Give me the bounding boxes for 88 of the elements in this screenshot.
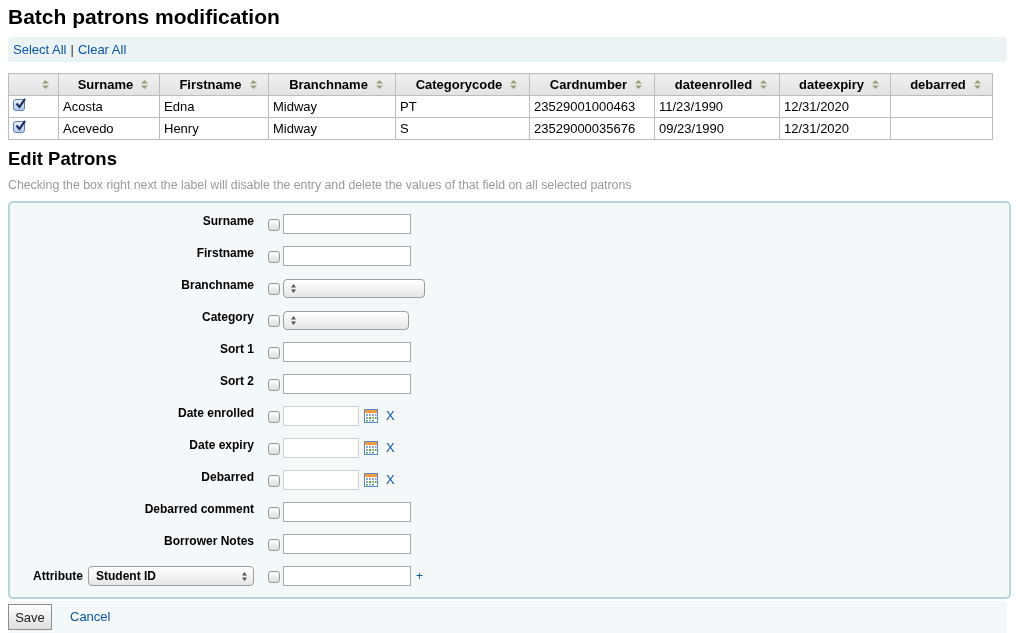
checkbox[interactable] xyxy=(268,251,280,263)
clear-link[interactable]: X xyxy=(386,440,395,456)
hint-text: Checking the box right next the label will disable the entry and delete the values of that field on all selected patrons xyxy=(8,179,633,192)
clear-all-link[interactable]: Clear All xyxy=(77,42,127,57)
separator-text: | xyxy=(70,42,74,57)
column-header[interactable]: dateenrolled xyxy=(654,73,780,96)
text-field[interactable] xyxy=(283,534,411,554)
sort-arrows-icon xyxy=(510,80,518,89)
column-header[interactable]: Categorycode xyxy=(395,73,530,96)
table-cell: Midway xyxy=(268,117,396,140)
field-label: Branchname xyxy=(181,278,254,292)
sort-arrows-icon xyxy=(249,80,257,89)
table-cell: 23529000035676 xyxy=(529,117,655,140)
sort-arrows-icon xyxy=(872,80,879,89)
add-link[interactable]: + xyxy=(416,569,423,583)
text-field[interactable] xyxy=(283,246,411,266)
checkbox[interactable] xyxy=(268,411,280,423)
text-field[interactable] xyxy=(283,374,411,394)
checkbox[interactable] xyxy=(268,571,280,583)
checkbox[interactable] xyxy=(268,507,280,519)
column-header[interactable]: Firstname xyxy=(159,73,269,96)
sort-arrows-icon xyxy=(375,80,383,89)
checkbox[interactable] xyxy=(268,347,280,359)
checkbox[interactable] xyxy=(268,539,280,551)
updown-caret-icon xyxy=(242,571,247,581)
column-header[interactable]: dateexpiry xyxy=(779,73,891,96)
field-label: Firstname xyxy=(196,246,254,260)
clear-link[interactable]: X xyxy=(386,472,395,488)
field-label: Surname xyxy=(202,214,254,228)
column-header[interactable]: Surname xyxy=(58,73,160,96)
table-cell: Henry xyxy=(159,117,269,140)
table-cell: PT xyxy=(395,95,530,118)
checkbox[interactable] xyxy=(268,315,280,327)
text-field[interactable] xyxy=(283,502,411,522)
dropdown-field[interactable] xyxy=(283,311,409,330)
table-cell: Acevedo xyxy=(58,117,160,140)
date-field[interactable] xyxy=(283,438,359,458)
table-cell: 23529001000463 xyxy=(529,95,655,118)
field-label: Borrower Notes xyxy=(163,534,254,548)
checkbox[interactable] xyxy=(268,475,280,487)
table-cell: Midway xyxy=(268,95,396,118)
field-label: Sort 2 xyxy=(220,374,254,388)
calendar-icon[interactable] xyxy=(364,473,378,487)
clear-link[interactable]: X xyxy=(386,408,395,424)
cancel-link[interactable]: Cancel xyxy=(70,604,111,630)
column-header[interactable]: Cardnumber xyxy=(529,73,655,96)
sort-arrows-icon xyxy=(760,80,768,89)
dropdown-field[interactable] xyxy=(283,279,425,298)
field-label: Sort 1 xyxy=(220,342,254,356)
date-field[interactable] xyxy=(283,470,359,490)
field-label: Debarred xyxy=(201,470,254,484)
text-field[interactable] xyxy=(283,566,411,586)
checkbox[interactable] xyxy=(268,443,280,455)
field-label: Date expiry xyxy=(189,438,254,452)
text-field[interactable] xyxy=(283,342,411,362)
select-all-link[interactable]: Select All xyxy=(13,42,67,57)
table-cell: 09/23/1990 xyxy=(654,117,780,140)
table-cell: 12/31/2020 xyxy=(779,117,891,140)
checkbox[interactable] xyxy=(13,99,25,111)
checkbox[interactable] xyxy=(268,283,280,295)
sort-arrows-icon xyxy=(141,80,149,89)
section-heading: Edit Patrons xyxy=(8,148,117,169)
text-field[interactable] xyxy=(283,214,411,234)
save-button[interactable]: Save xyxy=(8,604,52,630)
field-label: Date enrolled xyxy=(177,406,254,420)
table-cell: 12/31/2020 xyxy=(779,95,891,118)
table-cell: Edna xyxy=(159,95,269,118)
updown-caret-icon xyxy=(291,316,296,325)
table-cell: 11/23/1990 xyxy=(654,95,780,118)
checkbox[interactable] xyxy=(13,121,25,133)
updown-caret-icon xyxy=(291,284,296,293)
sort-arrows-icon xyxy=(635,80,643,89)
field-label: Debarred comment xyxy=(144,502,254,516)
field-label: Category xyxy=(202,310,254,324)
checkbox[interactable] xyxy=(268,219,280,231)
sort-arrows-icon xyxy=(973,80,981,89)
table-cell: S xyxy=(395,117,530,140)
column-header[interactable]: Branchname xyxy=(268,73,396,96)
table-cell: Acosta xyxy=(58,95,160,118)
dropdown-field[interactable]: Student ID xyxy=(88,566,254,586)
checkbox[interactable] xyxy=(268,379,280,391)
sort-arrows-icon xyxy=(42,80,49,89)
column-header[interactable]: debarred xyxy=(890,73,993,96)
date-field[interactable] xyxy=(283,406,359,426)
page-title: Batch patrons modification xyxy=(8,5,280,28)
calendar-icon[interactable] xyxy=(364,409,378,423)
calendar-icon[interactable] xyxy=(364,441,378,455)
field-label: Attribute xyxy=(33,569,83,583)
